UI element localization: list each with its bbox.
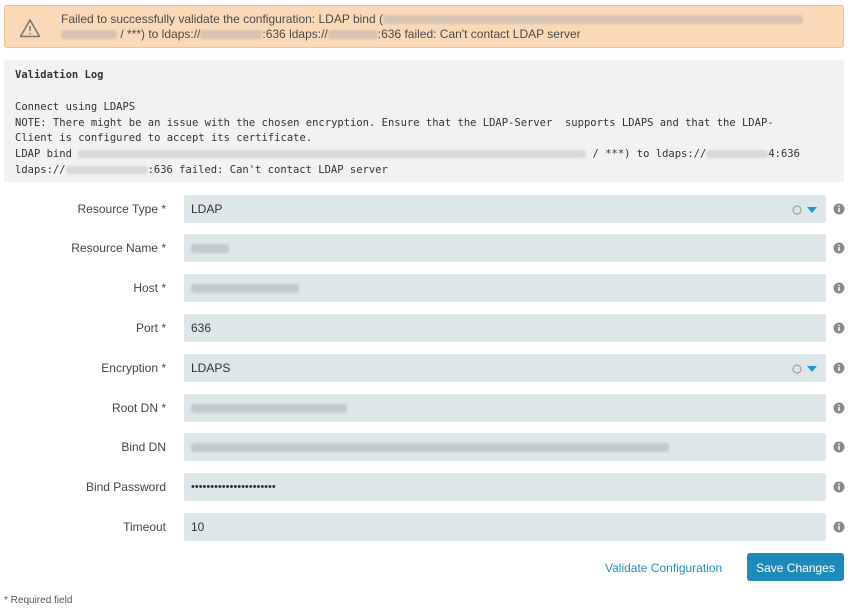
timeout-input[interactable]: 10: [184, 513, 826, 541]
bind-password-input[interactable]: ••••••••••••••••••••••: [184, 473, 826, 501]
info-icon[interactable]: [833, 521, 845, 533]
host-input[interactable]: [184, 274, 826, 302]
info-icon[interactable]: [833, 441, 845, 453]
bind-dn-input[interactable]: [184, 433, 826, 461]
info-icon[interactable]: [833, 402, 845, 414]
required-field-note: * Required field: [4, 595, 73, 606]
log-line: Client is configured to accept its certi…: [15, 132, 313, 145]
validation-log-title: Validation Log: [15, 69, 104, 81]
port-row: Port * 636: [0, 314, 854, 342]
log-line: LDAP bind / ***) to ldaps://4:636: [15, 148, 800, 161]
bind-dn-label: Bind DN: [121, 440, 166, 454]
info-icon[interactable]: [833, 282, 845, 294]
validate-configuration-link[interactable]: Validate Configuration: [605, 560, 722, 576]
log-line: ldaps://:636 failed: Can't contact LDAP …: [15, 163, 388, 176]
bind-password-label: Bind Password: [85, 480, 166, 494]
error-alert: Failed to successfully validate the conf…: [4, 5, 844, 48]
root-dn-row: Root DN *: [0, 394, 854, 422]
host-label: Host *: [133, 281, 166, 295]
timeout-row: Timeout 10: [0, 513, 854, 541]
encryption-value: LDAPS: [191, 361, 231, 375]
save-changes-button[interactable]: Save Changes: [747, 553, 844, 581]
port-input[interactable]: 636: [184, 314, 826, 342]
select-refresh-dropdown-icon: [792, 364, 817, 374]
encryption-label: Encryption *: [101, 361, 166, 375]
log-line: NOTE: There might be an issue with the c…: [15, 116, 774, 129]
warning-icon: [19, 19, 41, 38]
resource-name-input[interactable]: [184, 234, 826, 262]
select-refresh-dropdown-icon: [792, 205, 817, 215]
resource-type-label: Resource Type *: [77, 202, 167, 216]
encryption-row: Encryption * LDAPS: [0, 354, 854, 382]
info-icon[interactable]: [833, 203, 845, 215]
info-icon[interactable]: [833, 481, 845, 493]
resource-type-select[interactable]: LDAP: [184, 195, 826, 223]
host-row: Host *: [0, 274, 854, 302]
resource-type-value: LDAP: [191, 202, 223, 216]
resource-type-row: Resource Type * LDAP: [0, 195, 854, 223]
alert-message: Failed to successfully validate the conf…: [61, 12, 831, 42]
bind-dn-row: Bind DN: [0, 433, 854, 461]
log-line: Connect using LDAPS: [15, 100, 136, 113]
timeout-label: Timeout: [123, 520, 166, 534]
info-icon[interactable]: [833, 362, 845, 374]
resource-name-row: Resource Name *: [0, 234, 854, 262]
info-icon[interactable]: [833, 242, 845, 254]
root-dn-input[interactable]: [184, 394, 826, 422]
port-label: Port *: [135, 321, 166, 335]
encryption-select[interactable]: LDAPS: [184, 354, 826, 382]
validation-log: Validation Log Connect using LDAPS NOTE:…: [4, 60, 844, 182]
bind-password-row: Bind Password ••••••••••••••••••••••: [0, 473, 854, 501]
resource-name-label: Resource Name *: [71, 241, 166, 255]
root-dn-label: Root DN *: [111, 401, 166, 415]
info-icon[interactable]: [833, 322, 845, 334]
